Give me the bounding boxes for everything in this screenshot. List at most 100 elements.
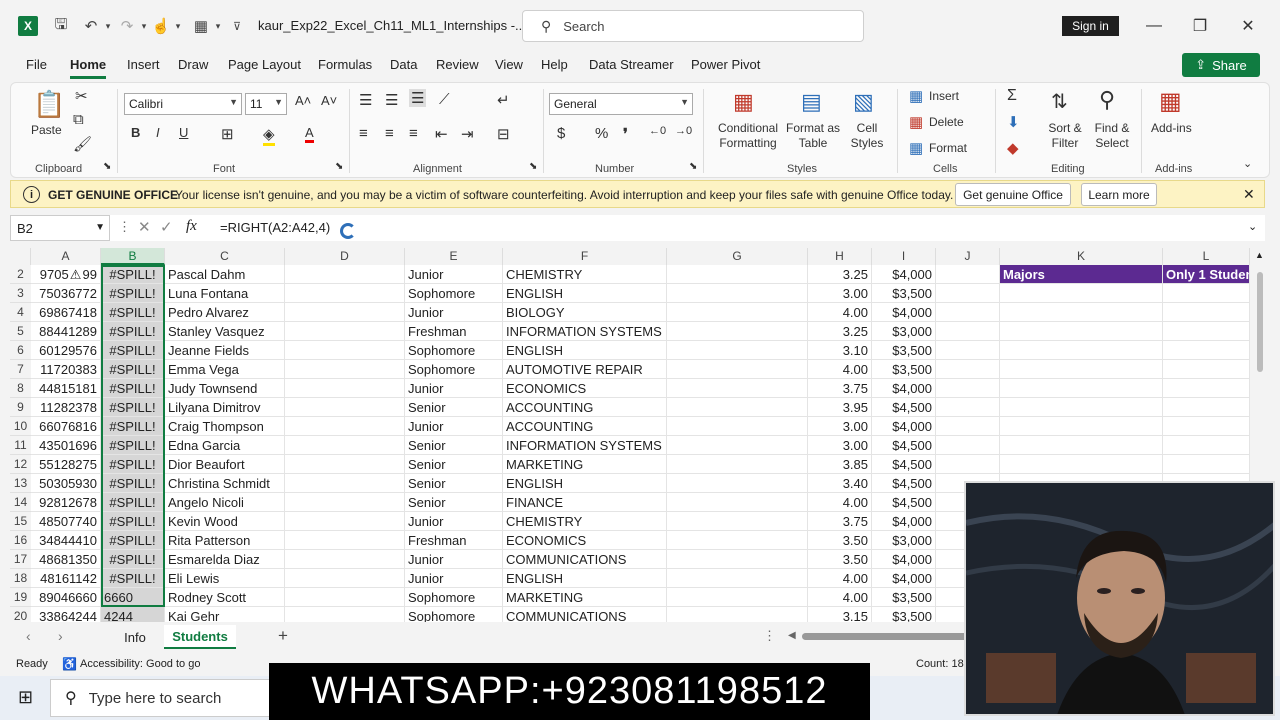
row-header[interactable]: 16 bbox=[10, 531, 31, 550]
column-header-g[interactable]: G bbox=[667, 248, 808, 265]
cell-styles-icon[interactable]: ▧ bbox=[853, 89, 874, 115]
cell-d[interactable] bbox=[285, 455, 405, 474]
cell-h[interactable]: 3.75 bbox=[808, 512, 872, 531]
cell-g[interactable] bbox=[667, 284, 808, 303]
cell-h[interactable]: 4.00 bbox=[808, 493, 872, 512]
tab-draw[interactable]: Draw bbox=[178, 57, 208, 79]
cell-styles-button[interactable]: Cell Styles bbox=[847, 121, 887, 151]
tab-formulas[interactable]: Formulas bbox=[318, 57, 372, 79]
decrease-font-icon[interactable]: A˅ bbox=[321, 93, 337, 108]
cell-g[interactable] bbox=[667, 493, 808, 512]
wrap-text-icon[interactable]: ↵ bbox=[497, 91, 510, 109]
cell-h[interactable]: 3.25 bbox=[808, 265, 872, 284]
row-header[interactable]: 8 bbox=[10, 379, 31, 398]
cell-e[interactable]: Senior bbox=[405, 493, 503, 512]
cell-f[interactable]: ACCOUNTING bbox=[503, 398, 667, 417]
customize-qat-icon[interactable]: ⊽ bbox=[230, 14, 244, 38]
font-color-icon[interactable]: A bbox=[305, 125, 314, 143]
save-icon[interactable]: 🖫 bbox=[50, 14, 72, 38]
cell-e[interactable]: Senior bbox=[405, 455, 503, 474]
cell-g[interactable] bbox=[667, 379, 808, 398]
cell-l[interactable] bbox=[1163, 322, 1250, 341]
cell-c[interactable]: Judy Townsend bbox=[165, 379, 285, 398]
cell-j[interactable] bbox=[936, 360, 1000, 379]
cell-j[interactable] bbox=[936, 284, 1000, 303]
find-select-icon[interactable]: ⚲ bbox=[1099, 87, 1115, 113]
cell-h[interactable]: 3.25 bbox=[808, 322, 872, 341]
redo-dropdown-icon[interactable]: ▾ bbox=[138, 14, 150, 38]
cell-h[interactable]: 3.15 bbox=[808, 607, 872, 622]
cell-d[interactable] bbox=[285, 398, 405, 417]
cell-e[interactable]: Senior bbox=[405, 436, 503, 455]
cell-h[interactable]: 3.00 bbox=[808, 417, 872, 436]
underline-icon[interactable]: U bbox=[179, 125, 188, 140]
row-header[interactable]: 19 bbox=[10, 588, 31, 607]
cell-c[interactable]: Stanley Vasquez bbox=[165, 322, 285, 341]
clipboard-launcher-icon[interactable]: ⬊ bbox=[103, 161, 111, 172]
cell-f[interactable]: AUTOMOTIVE REPAIR bbox=[503, 360, 667, 379]
cell-c[interactable]: Rodney Scott bbox=[165, 588, 285, 607]
column-header-e[interactable]: E bbox=[405, 248, 503, 265]
cell-j[interactable] bbox=[936, 303, 1000, 322]
align-right-icon[interactable]: ≡ bbox=[409, 125, 418, 142]
cell-d[interactable] bbox=[285, 341, 405, 360]
cell-i[interactable]: $3,500 bbox=[872, 607, 936, 622]
cell-k[interactable] bbox=[1000, 436, 1163, 455]
cell-e[interactable]: Sophomore bbox=[405, 588, 503, 607]
share-button[interactable]: ⇪ Share bbox=[1182, 53, 1260, 77]
decrease-indent-icon[interactable]: ⇤ bbox=[435, 125, 448, 143]
touch-mode-icon[interactable]: ☝ bbox=[150, 14, 172, 38]
cell-i[interactable]: $4,000 bbox=[872, 265, 936, 284]
windows-start-icon[interactable]: ⊞ bbox=[18, 687, 33, 708]
fill-icon[interactable]: ⬇ bbox=[1007, 113, 1020, 131]
cell-b[interactable]: #SPILL! bbox=[101, 493, 165, 512]
cell-f[interactable]: BIOLOGY bbox=[503, 303, 667, 322]
cell-h[interactable]: 3.50 bbox=[808, 550, 872, 569]
cell-h[interactable]: 4.00 bbox=[808, 588, 872, 607]
redo-icon[interactable]: ↷ bbox=[116, 14, 138, 38]
cell-b[interactable]: #SPILL! bbox=[101, 531, 165, 550]
cell-b[interactable]: #SPILL! bbox=[101, 474, 165, 493]
format-as-table-button[interactable]: Format as Table bbox=[785, 121, 841, 151]
cell-l[interactable] bbox=[1163, 360, 1250, 379]
cell-h[interactable]: 3.75 bbox=[808, 379, 872, 398]
row-header[interactable]: 10 bbox=[10, 417, 31, 436]
insert-function-icon[interactable]: fx bbox=[186, 218, 197, 235]
scroll-up-icon[interactable]: ▲ bbox=[1255, 250, 1264, 260]
cell-h[interactable]: 3.40 bbox=[808, 474, 872, 493]
cell-c[interactable]: Edna Garcia bbox=[165, 436, 285, 455]
font-launcher-icon[interactable]: ⬊ bbox=[335, 161, 343, 172]
cell-b[interactable]: 6660 bbox=[101, 588, 165, 607]
undo-dropdown-icon[interactable]: ▾ bbox=[102, 14, 114, 38]
next-sheet-icon[interactable]: › bbox=[58, 628, 63, 644]
row-header[interactable]: 6 bbox=[10, 341, 31, 360]
cell-b[interactable]: #SPILL! bbox=[101, 341, 165, 360]
cell-k[interactable] bbox=[1000, 360, 1163, 379]
cell-a[interactable]: 34844410 bbox=[31, 531, 101, 550]
row-header[interactable]: 4 bbox=[10, 303, 31, 322]
row-header[interactable]: 12 bbox=[10, 455, 31, 474]
cell-i[interactable]: $3,500 bbox=[872, 360, 936, 379]
cell-g[interactable] bbox=[667, 607, 808, 622]
cell-b[interactable]: #SPILL! bbox=[101, 379, 165, 398]
cell-l[interactable]: Only 1 Studen bbox=[1163, 265, 1250, 284]
cell-b[interactable]: #SPILL! bbox=[101, 455, 165, 474]
cell-f[interactable]: COMMUNICATIONS bbox=[503, 607, 667, 622]
cell-e[interactable]: Junior bbox=[405, 379, 503, 398]
align-middle-icon[interactable]: ☰ bbox=[385, 91, 398, 109]
row-header[interactable]: 15 bbox=[10, 512, 31, 531]
cell-b[interactable]: #SPILL! bbox=[101, 417, 165, 436]
row-header[interactable]: 3 bbox=[10, 284, 31, 303]
cell-i[interactable]: $4,500 bbox=[872, 436, 936, 455]
cell-d[interactable] bbox=[285, 531, 405, 550]
cell-e[interactable]: Junior bbox=[405, 303, 503, 322]
cell-e[interactable]: Sophomore bbox=[405, 284, 503, 303]
cell-i[interactable]: $4,500 bbox=[872, 455, 936, 474]
cell-f[interactable]: COMMUNICATIONS bbox=[503, 550, 667, 569]
cell-f[interactable]: FINANCE bbox=[503, 493, 667, 512]
format-cells-icon[interactable]: ▦ bbox=[909, 139, 923, 157]
merge-center-icon[interactable]: ⊟ bbox=[497, 125, 510, 143]
prev-sheet-icon[interactable]: ‹ bbox=[26, 628, 31, 644]
cell-i[interactable]: $3,000 bbox=[872, 531, 936, 550]
cell-a[interactable]: 89046660 bbox=[31, 588, 101, 607]
